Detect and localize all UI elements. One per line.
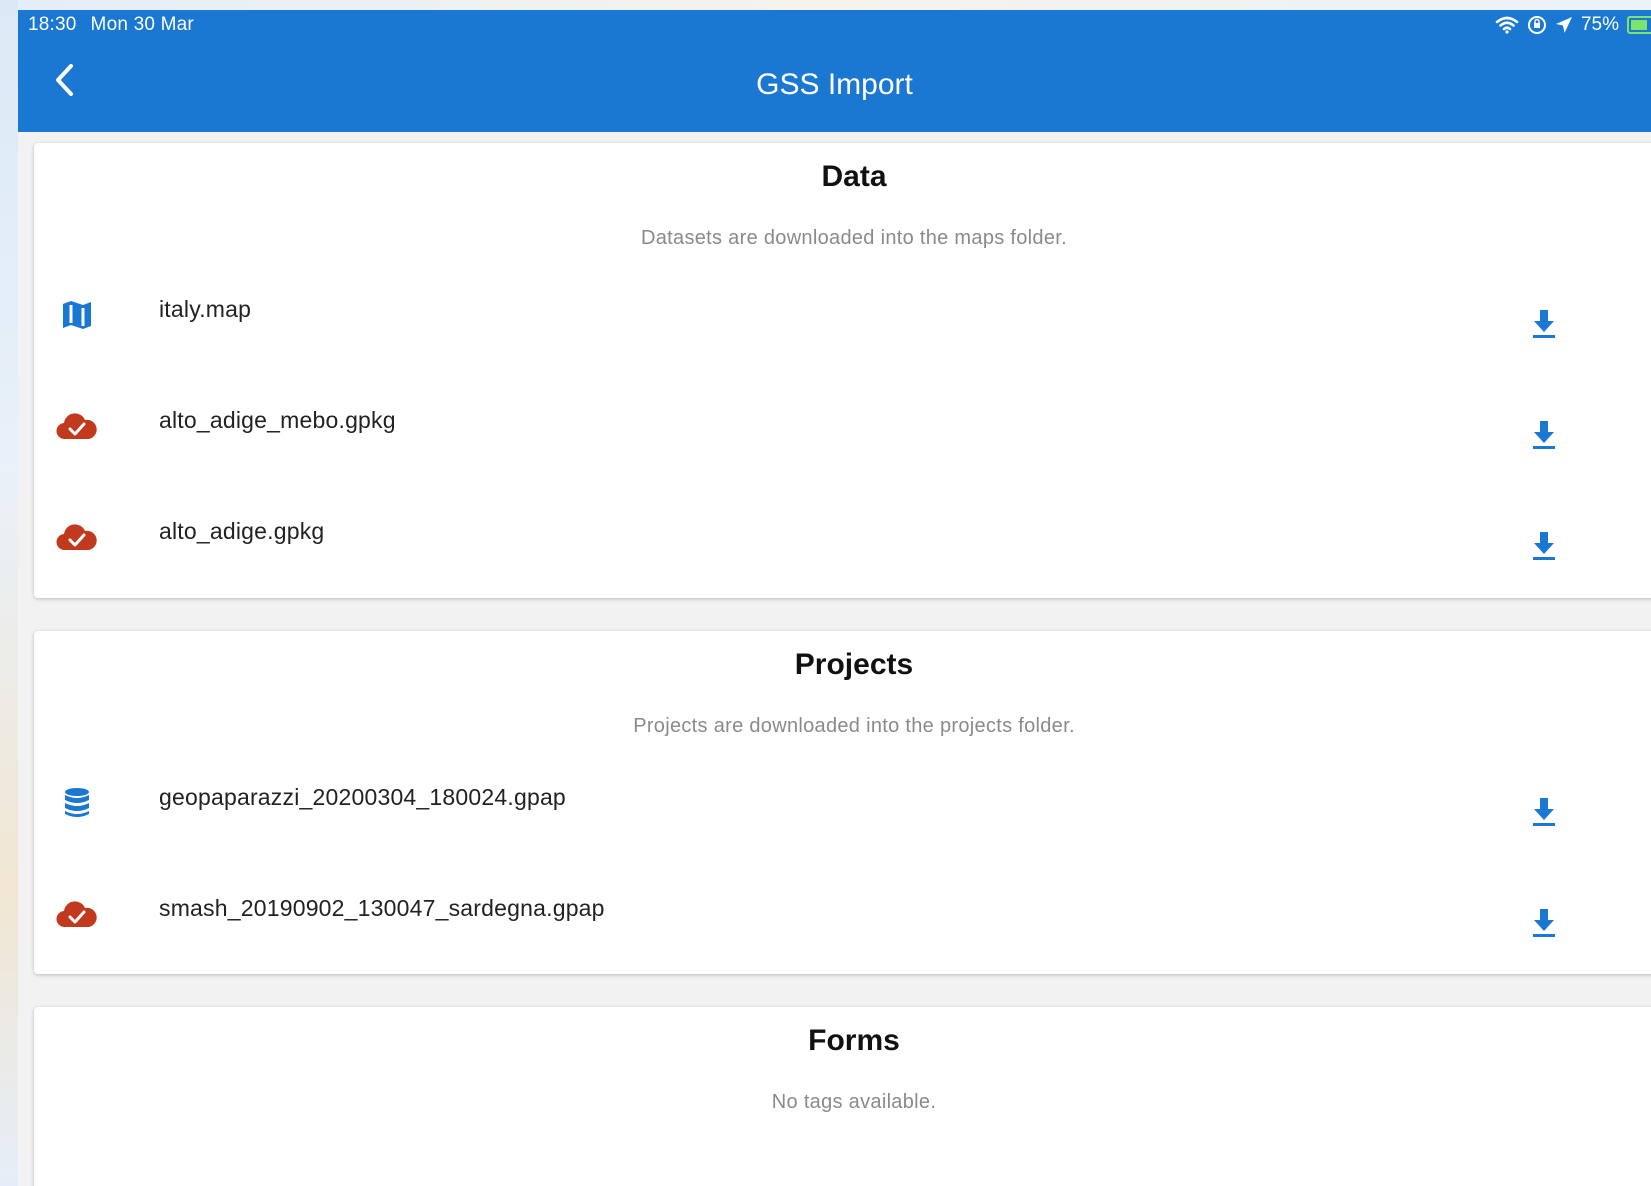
- data-section-subtitle: Datasets are downloaded into the maps fo…: [641, 227, 1067, 249]
- app-bar: 18:30 Mon 30 Mar 75% GSS Import: [18, 10, 1651, 132]
- download-icon: [1533, 798, 1555, 826]
- database-icon: [56, 782, 98, 824]
- location-arrow-icon: [1555, 17, 1572, 33]
- item-name: geopaparazzi_20200304_180024.gpap: [159, 784, 566, 810]
- list-item[interactable]: smash_20190902_130047_sardegna.gpap: [34, 885, 1651, 995]
- download-button[interactable]: [1529, 528, 1559, 562]
- item-name: alto_adige.gpkg: [159, 518, 325, 544]
- forms-empty-message: No tags available.: [771, 1091, 937, 1113]
- data-section-title: Data: [821, 160, 887, 193]
- item-name: smash_20190902_130047_sardegna.gpap: [159, 895, 605, 921]
- cloud-check-icon: [56, 405, 98, 447]
- orientation-lock-icon: [1527, 16, 1546, 34]
- download-button[interactable]: [1529, 794, 1559, 828]
- map-icon: [56, 294, 98, 336]
- projects-section-subtitle: Projects are downloaded into the project…: [633, 715, 1075, 737]
- list-item[interactable]: italy.map: [34, 286, 1651, 396]
- download-icon: [1533, 310, 1555, 338]
- download-icon: [1533, 421, 1555, 449]
- wifi-icon: [1495, 16, 1519, 34]
- cloud-check-icon: [56, 893, 98, 935]
- list-item[interactable]: alto_adige.gpkg: [34, 508, 1651, 618]
- forms-card: Forms No tags available.: [34, 1007, 1651, 1186]
- projects-section-title: Projects: [794, 648, 914, 681]
- download-button[interactable]: [1529, 905, 1559, 939]
- status-time: 18:30: [28, 14, 77, 35]
- status-bar: 18:30 Mon 30 Mar: [28, 14, 194, 36]
- background-wallpaper: [0, 0, 18, 1186]
- battery-icon: [1627, 16, 1651, 34]
- app-window: 18:30 Mon 30 Mar 75% GSS Import Data Dat…: [18, 10, 1651, 1186]
- item-name: italy.map: [159, 296, 252, 322]
- forms-section-title: Forms: [808, 1024, 900, 1057]
- page-title: GSS Import: [756, 68, 913, 101]
- download-icon: [1533, 909, 1555, 937]
- status-date: Mon 30 Mar: [90, 14, 194, 35]
- battery-percent: 75%: [1580, 14, 1619, 35]
- data-card: Data Datasets are downloaded into the ma…: [34, 143, 1651, 598]
- cloud-check-icon: [56, 516, 98, 558]
- download-button[interactable]: [1529, 417, 1559, 451]
- projects-card: Projects Projects are downloaded into th…: [34, 631, 1651, 974]
- download-icon: [1533, 532, 1555, 560]
- list-item[interactable]: alto_adige_mebo.gpkg: [34, 397, 1651, 507]
- list-item[interactable]: geopaparazzi_20200304_180024.gpap: [34, 774, 1651, 884]
- item-name: alto_adige_mebo.gpkg: [159, 407, 396, 433]
- status-indicators: 75%: [1495, 14, 1651, 36]
- download-button[interactable]: [1529, 306, 1559, 340]
